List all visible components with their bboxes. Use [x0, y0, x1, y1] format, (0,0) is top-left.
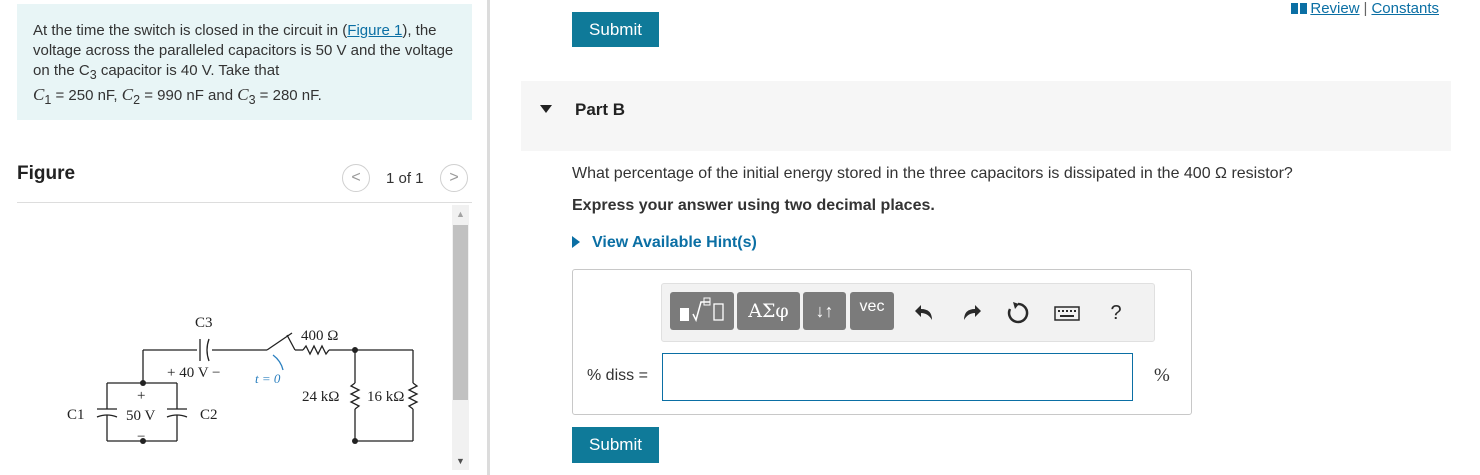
v40-label: + 40 V −: [167, 365, 220, 381]
c3-plate-right: [206, 338, 210, 362]
c1-symbol: C: [33, 85, 45, 104]
c3-label: C3: [195, 315, 213, 331]
c2-label: C2: [200, 407, 218, 423]
resistor-400-zigzag: [302, 344, 330, 356]
answer-unit: %: [1154, 365, 1170, 386]
math-toolbar: ΑΣφ ↓↑ vec ?: [661, 283, 1155, 342]
resistor-24k-zigzag: [349, 382, 361, 410]
answer-instruction: Express your answer using two decimal pl…: [572, 197, 935, 214]
switch-time-label: t = 0: [255, 371, 281, 386]
greek-symbols-button[interactable]: ΑΣφ: [737, 292, 800, 330]
c3-value: = 280 nF.: [255, 87, 322, 104]
constants-link[interactable]: Constants: [1371, 0, 1439, 17]
answer-label: % diss =: [587, 367, 648, 384]
link-separator: |: [1363, 0, 1368, 17]
figure-scrollbar[interactable]: ▲ ▼: [452, 205, 469, 470]
switch-arrow: [272, 354, 284, 371]
scroll-down-arrow-icon[interactable]: ▼: [452, 454, 469, 468]
panel-divider[interactable]: [487, 0, 490, 475]
vector-button[interactable]: vec: [850, 292, 894, 330]
keyboard-icon[interactable]: [1053, 300, 1081, 326]
question-text: What percentage of the initial energy st…: [572, 165, 1293, 182]
c3-subscript-2: 3: [248, 93, 256, 107]
c3-symbol: C: [237, 85, 249, 104]
figure-viewport: C3 C1 C2 + 40 V − 50 V + − 400 Ω 24 kΩ 1…: [17, 205, 449, 470]
node-dot-1: [140, 380, 146, 386]
book-icon: [1291, 3, 1308, 14]
caret-right-icon: [572, 236, 580, 248]
submit-button[interactable]: Submit: [572, 427, 659, 463]
caret-down-icon[interactable]: [540, 105, 552, 113]
problem-text-1: At the time the switch is closed in the …: [33, 22, 348, 39]
view-hints-link[interactable]: View Available Hint(s): [572, 234, 757, 252]
switch-marker: [286, 334, 296, 351]
c2-value: = 990 nF and: [140, 87, 238, 104]
c3-subscript: 3: [89, 68, 97, 82]
chevron-left-icon: <: [351, 169, 361, 186]
review-link[interactable]: Review: [1310, 0, 1359, 17]
next-figure-button[interactable]: >: [440, 164, 468, 192]
answer-input[interactable]: [662, 353, 1133, 401]
undo-icon[interactable]: [912, 300, 938, 326]
circuit-diagram: C3 C1 C2 + 40 V − 50 V + − 400 Ω 24 kΩ 1…: [67, 315, 419, 445]
r24-label: 24 kΩ: [302, 389, 339, 405]
part-label: Part B: [575, 100, 626, 119]
submit-button-top[interactable]: Submit: [572, 12, 659, 47]
header-links: Review | Constants: [1291, 0, 1439, 17]
part-b-header[interactable]: Part B: [521, 81, 1451, 151]
node-dot-3: [352, 438, 358, 444]
figure-title: Figure: [17, 163, 76, 184]
r16-label: 16 kΩ: [367, 389, 404, 405]
scroll-up-arrow-icon[interactable]: ▲: [452, 207, 469, 221]
c1-value: = 250 nF,: [51, 87, 122, 104]
c2-symbol: C: [121, 85, 134, 104]
plus-label: +: [137, 388, 145, 404]
figure-divider: [17, 202, 472, 203]
scroll-thumb[interactable]: [453, 225, 468, 400]
prev-figure-button[interactable]: <: [342, 164, 370, 192]
minus-label: −: [137, 429, 145, 445]
switch-blade: [266, 332, 293, 351]
subscript-superscript-button[interactable]: ↓↑: [803, 292, 846, 330]
resistor-16k-zigzag: [407, 382, 419, 410]
r400-label: 400 Ω: [301, 328, 338, 344]
redo-icon[interactable]: [958, 300, 984, 326]
problem-statement: At the time the switch is closed in the …: [17, 4, 472, 120]
node-dot-2: [352, 347, 358, 353]
left-panel: At the time the switch is closed in the …: [0, 0, 488, 475]
figure-link[interactable]: Figure 1: [347, 22, 402, 39]
answer-box: ΑΣφ ↓↑ vec ? % diss = %: [572, 269, 1192, 415]
v50-label: 50 V: [126, 408, 155, 424]
chevron-right-icon: >: [449, 169, 459, 186]
c1-label: C1: [67, 407, 85, 423]
hint-label: View Available Hint(s): [592, 234, 757, 251]
reset-icon[interactable]: [1005, 300, 1031, 326]
templates-button[interactable]: [670, 292, 734, 330]
help-icon[interactable]: ?: [1103, 300, 1129, 326]
problem-text-3: capacitor is 40 V. Take that: [96, 62, 280, 79]
templates-icon: [680, 297, 724, 323]
figure-count: 1 of 1: [386, 170, 424, 187]
